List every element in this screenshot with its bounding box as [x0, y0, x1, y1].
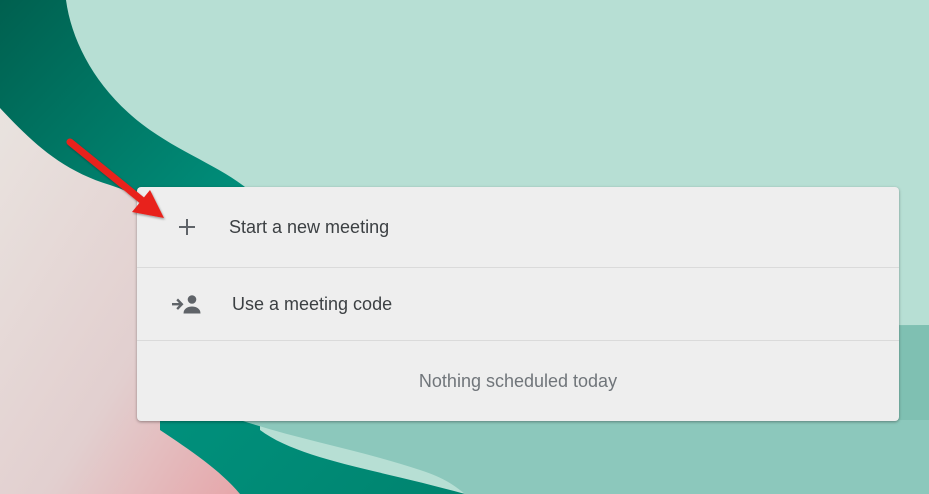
use-meeting-code-item[interactable]: Use a meeting code: [137, 268, 899, 341]
start-new-meeting-item[interactable]: Start a new meeting: [137, 187, 899, 268]
use-meeting-code-label: Use a meeting code: [232, 293, 393, 314]
schedule-empty-state: Nothing scheduled today: [137, 341, 899, 421]
meeting-menu-card: Start a new meeting Use a meeting code N…: [137, 187, 899, 421]
person-add-icon: [169, 286, 205, 322]
plus-icon: [169, 209, 205, 245]
nothing-scheduled-text: Nothing scheduled today: [418, 370, 618, 391]
start-new-meeting-label: Start a new meeting: [229, 216, 390, 237]
